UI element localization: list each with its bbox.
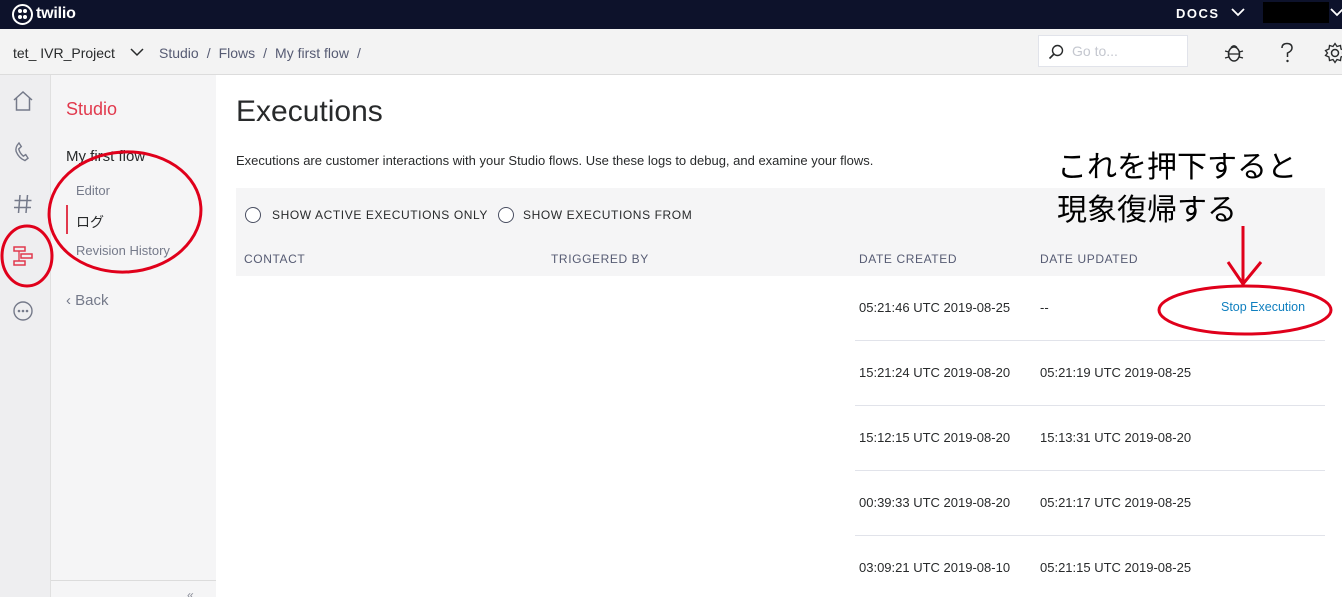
nav-item-editor[interactable]: Editor: [76, 183, 110, 198]
search-box[interactable]: [1038, 35, 1188, 67]
breadcrumb: Studio / Flows / My first flow /: [159, 45, 369, 61]
nav-flow-name: My first flow: [66, 148, 146, 165]
table-row[interactable]: 15:12:15 UTC 2019-08-20 15:13:31 UTC 201…: [236, 406, 1325, 471]
breadcrumb-my-first-flow[interactable]: My first flow: [275, 45, 349, 61]
filter-active-radio[interactable]: [245, 207, 261, 223]
breadcrumb-studio[interactable]: Studio: [159, 45, 199, 61]
studio-nav: Studio My first flow Editor ログ Revision …: [51, 75, 216, 597]
help-icon[interactable]: [1279, 42, 1295, 64]
nav-item-logs[interactable]: ログ: [76, 212, 104, 232]
nav-title[interactable]: Studio: [66, 99, 117, 120]
page-description: Executions are customer interactions wit…: [236, 153, 874, 168]
gear-icon[interactable]: [1324, 42, 1342, 64]
logo-text: twilio: [36, 5, 76, 22]
table-row[interactable]: 03:09:21 UTC 2019-08-10 05:21:15 UTC 201…: [236, 536, 1325, 597]
annotation-note-line1: これを押下すると: [1057, 150, 1297, 185]
column-header-date-created: DATE CREATED: [859, 252, 958, 266]
column-header-triggered-by: TRIGGERED BY: [551, 252, 649, 266]
hash-icon[interactable]: [11, 192, 35, 216]
more-icon[interactable]: [11, 299, 35, 323]
page-title: Executions: [236, 95, 383, 128]
table-row[interactable]: 00:39:33 UTC 2019-08-20 05:21:17 UTC 201…: [236, 471, 1325, 536]
twilio-logo[interactable]: twilio: [12, 3, 76, 25]
search-icon: [1048, 44, 1064, 60]
chevron-down-icon[interactable]: [1330, 5, 1342, 19]
date-updated-cell: 05:21:19 UTC 2019-08-25: [1040, 365, 1192, 380]
bug-icon[interactable]: [1223, 42, 1245, 64]
date-created-cell: 15:12:15 UTC 2019-08-20: [859, 430, 1011, 445]
search-input[interactable]: [1072, 43, 1182, 59]
filter-active-label[interactable]: SHOW ACTIVE EXECUTIONS ONLY: [272, 208, 488, 222]
phone-icon[interactable]: [11, 141, 35, 165]
table-row[interactable]: 05:21:46 UTC 2019-08-25 -- Stop Executio…: [236, 276, 1325, 341]
date-created-cell: 05:21:46 UTC 2019-08-25: [859, 300, 1011, 315]
annotation-note-line2: 現象復帰する: [1057, 193, 1237, 228]
stop-execution-link[interactable]: Stop Execution: [1221, 300, 1305, 314]
project-header: tet_ IVR_Project Studio / Flows / My fir…: [0, 29, 1342, 75]
filter-from-label[interactable]: SHOW EXECUTIONS FROM: [523, 208, 692, 222]
filter-from-radio[interactable]: [498, 207, 514, 223]
product-rail: [0, 75, 51, 597]
column-header-date-updated: DATE UPDATED: [1040, 252, 1139, 266]
docs-menu[interactable]: DOCS: [1176, 6, 1220, 21]
project-selector[interactable]: tet_ IVR_Project: [13, 45, 115, 61]
date-updated-cell: 15:13:31 UTC 2019-08-20: [1040, 430, 1192, 445]
date-updated-cell: 05:21:17 UTC 2019-08-25: [1040, 495, 1192, 510]
table-header: CONTACT TRIGGERED BY DATE CREATED DATE U…: [236, 242, 1325, 276]
table-row[interactable]: 15:21:24 UTC 2019-08-20 05:21:19 UTC 201…: [236, 341, 1325, 406]
date-created-cell: 15:21:24 UTC 2019-08-20: [859, 365, 1011, 380]
account-menu[interactable]: [1263, 2, 1329, 23]
breadcrumb-flows[interactable]: Flows: [219, 45, 256, 61]
twilio-logo-icon: [12, 3, 33, 25]
studio-flow-icon[interactable]: [11, 244, 35, 268]
back-link[interactable]: ‹ Back: [66, 292, 109, 309]
date-updated-cell: 05:21:15 UTC 2019-08-25: [1040, 560, 1192, 575]
date-created-cell: 00:39:33 UTC 2019-08-20: [859, 495, 1011, 510]
breadcrumb-separator: /: [206, 45, 211, 61]
column-header-contact: CONTACT: [244, 252, 306, 266]
chevron-down-icon[interactable]: [130, 46, 144, 58]
chevron-down-icon[interactable]: [1230, 5, 1246, 19]
home-icon[interactable]: [11, 89, 35, 113]
collapse-nav-button[interactable]: «: [187, 588, 194, 597]
breadcrumb-separator: /: [263, 45, 268, 61]
back-label: Back: [75, 292, 109, 309]
breadcrumb-separator: /: [356, 45, 361, 61]
nav-active-indicator: [66, 205, 68, 234]
date-created-cell: 03:09:21 UTC 2019-08-10: [859, 560, 1011, 575]
top-bar: twilio DOCS: [0, 0, 1342, 29]
divider: [51, 580, 216, 581]
nav-item-revision-history[interactable]: Revision History: [76, 243, 170, 258]
date-updated-cell: --: [1040, 300, 1049, 315]
